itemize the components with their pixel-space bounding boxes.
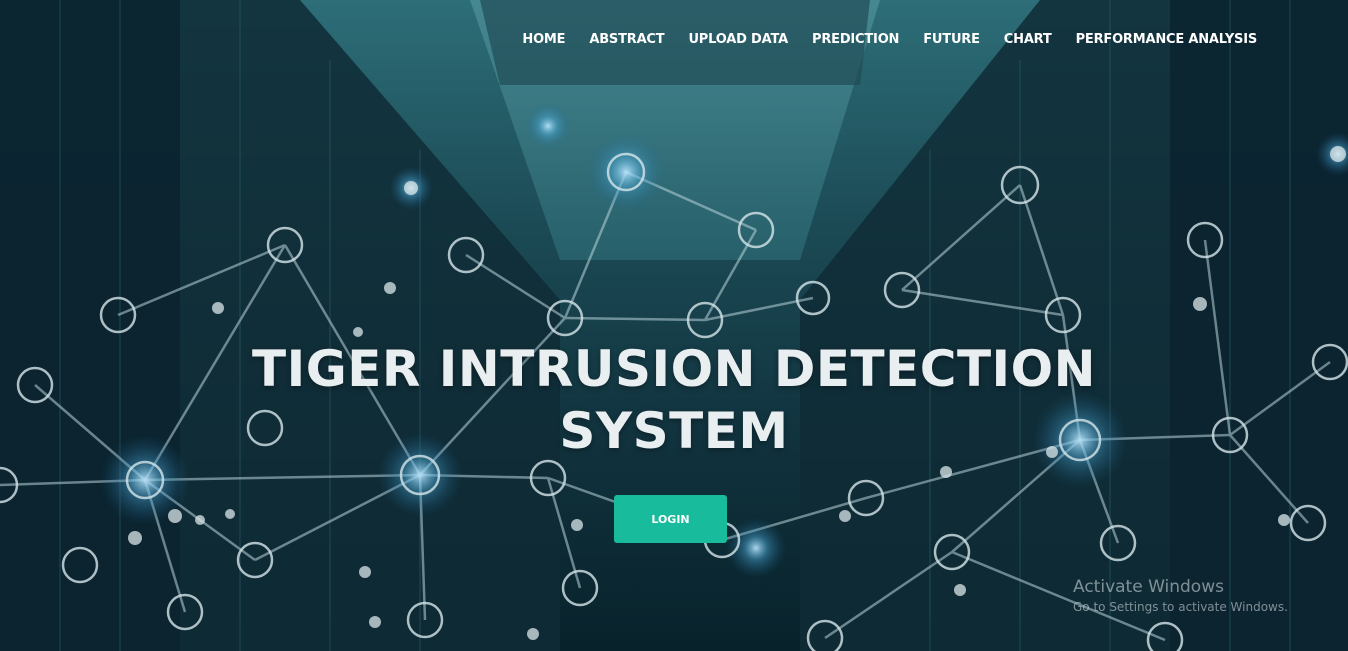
login-button[interactable]: LOGIN: [614, 495, 727, 543]
nav-abstract-link[interactable]: ABSTRACT: [589, 30, 664, 50]
nav-upload-data-link[interactable]: UPLOAD DATA: [688, 30, 788, 50]
watermark-subtitle: Go to Settings to activate Windows.: [1073, 600, 1288, 614]
page-title-line2: SYSTEM: [559, 402, 789, 460]
nav-chart-link[interactable]: CHART: [1004, 30, 1052, 50]
page-title: TIGER INTRUSION DETECTION SYSTEM: [0, 338, 1348, 462]
page-title-line1: TIGER INTRUSION DETECTION: [251, 340, 1097, 398]
network-background-image: [0, 0, 1348, 651]
main-nav: HOME ABSTRACT UPLOAD DATA PREDICTION FUT…: [498, 30, 1257, 50]
activate-windows-watermark: Activate Windows Go to Settings to activ…: [1073, 576, 1288, 616]
watermark-title: Activate Windows: [1073, 577, 1224, 597]
nav-prediction-link[interactable]: PREDICTION: [812, 30, 899, 50]
nav-future-link[interactable]: FUTURE: [923, 30, 980, 50]
nav-home-link[interactable]: HOME: [522, 30, 565, 50]
nav-performance-analysis-link[interactable]: PERFORMANCE ANALYSIS: [1076, 30, 1258, 50]
hero-section: HOME ABSTRACT UPLOAD DATA PREDICTION FUT…: [0, 0, 1348, 651]
